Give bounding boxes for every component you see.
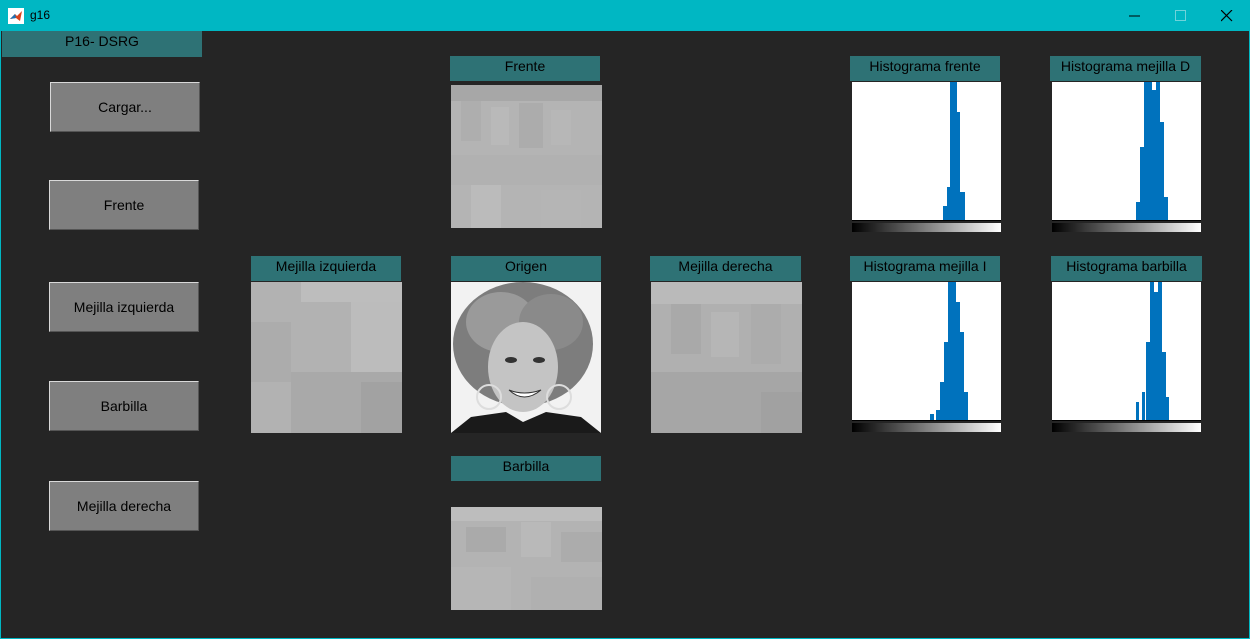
barbilla-image-header: Barbilla: [451, 456, 601, 481]
histograma-barbilla: [1051, 282, 1201, 432]
cargar-button[interactable]: Cargar...: [50, 82, 200, 132]
mejilla-derecha-image-header: Mejilla derecha: [650, 256, 801, 281]
minimize-button[interactable]: [1112, 0, 1158, 31]
histograma-frente-header: Histograma frente: [850, 56, 1000, 81]
maximize-icon: [1175, 10, 1186, 21]
histograma-barbilla-header: Histograma barbilla: [1051, 256, 1202, 281]
grayscale-colorbar: [1052, 223, 1201, 232]
mejilla-derecha-image: [651, 282, 802, 433]
window-title: g16: [30, 8, 51, 22]
mejilla-izquierda-image-header: Mejilla izquierda: [251, 256, 401, 281]
frente-button[interactable]: Frente: [49, 180, 199, 230]
figure-content: P16- DSRG Cargar... Frente Mejilla izqui…: [0, 31, 1250, 639]
panel-title: P16- DSRG: [2, 31, 202, 57]
grayscale-colorbar: [1052, 423, 1201, 432]
barbilla-image: [451, 507, 602, 610]
origen-image-header: Origen: [451, 256, 601, 281]
mejilla-izquierda-button[interactable]: Mejilla izquierda: [49, 282, 199, 332]
minimize-icon: [1129, 15, 1140, 17]
window-titlebar: g16: [0, 0, 1250, 31]
barbilla-button[interactable]: Barbilla: [49, 381, 199, 431]
matlab-icon: [8, 8, 24, 24]
frente-image-header: Frente: [450, 56, 600, 81]
frente-image: [451, 85, 602, 228]
origen-face-image: [451, 282, 601, 433]
mejilla-derecha-button[interactable]: Mejilla derecha: [49, 481, 199, 531]
histograma-mejilla-d-header: Histograma mejilla D: [1050, 56, 1201, 81]
histograma-mejilla-d: [1051, 82, 1201, 232]
histograma-mejilla-i-header: Histograma mejilla I: [850, 256, 1000, 281]
histograma-frente: [851, 82, 1001, 232]
maximize-button[interactable]: [1158, 0, 1204, 31]
close-icon: [1221, 10, 1233, 22]
grayscale-colorbar: [852, 423, 1001, 432]
mejilla-izquierda-image: [251, 282, 402, 433]
close-button[interactable]: [1204, 0, 1250, 31]
grayscale-colorbar: [852, 223, 1001, 232]
histograma-mejilla-i: [851, 282, 1001, 432]
